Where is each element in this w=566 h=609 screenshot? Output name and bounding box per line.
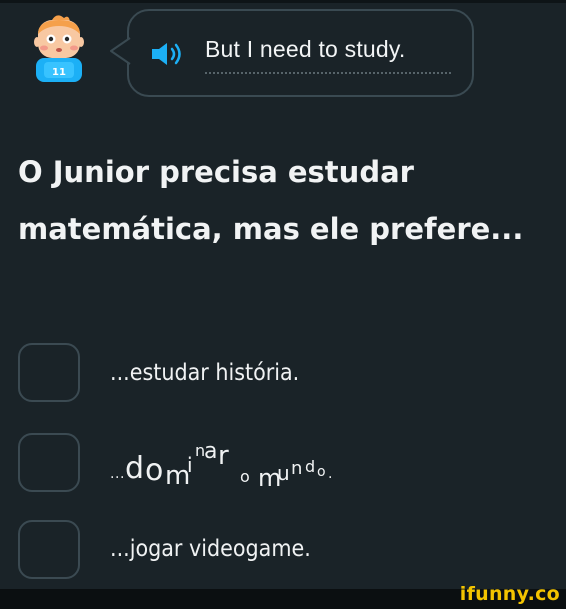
option-2-glyph: n xyxy=(291,458,302,479)
option-1-label[interactable]: ...estudar história. xyxy=(110,360,299,386)
option-2-glyph: u xyxy=(277,461,290,485)
option-2-glyph: . xyxy=(110,466,114,482)
exercise-prompt: O Junior precisa estudar matemática, mas… xyxy=(18,155,524,246)
ifunny-watermark: ifunny.co xyxy=(459,583,560,605)
option-2-glyph: o xyxy=(317,464,326,480)
option-2-checkbox[interactable] xyxy=(18,433,80,492)
svg-text:11: 11 xyxy=(52,67,66,78)
speech-text[interactable]: But I need to study. xyxy=(205,36,405,63)
option-2-glyph: o xyxy=(240,467,250,486)
top-edge xyxy=(0,0,566,3)
option-2-glyph: . xyxy=(120,466,124,482)
option-2-glyph: a xyxy=(204,439,217,464)
speech-bubble-tail xyxy=(110,37,131,65)
option-2-label[interactable]: ... d o mina ro mu n d o. xyxy=(108,434,388,494)
option-2-glyph: r xyxy=(218,441,229,471)
option-3-checkbox[interactable] xyxy=(18,520,80,579)
junior-avatar-icon: 11 xyxy=(34,15,84,82)
option-2-glyph: . xyxy=(115,466,119,482)
option-1-checkbox[interactable] xyxy=(18,343,80,402)
option-3-label[interactable]: ...jogar videogame. xyxy=(110,536,311,562)
word-hint-underline xyxy=(204,72,452,74)
option-2-glyph: o xyxy=(145,453,163,488)
footer-bar: ifunny.co xyxy=(0,583,566,609)
speaker-icon[interactable] xyxy=(150,40,190,68)
option-2-glyph: d xyxy=(125,451,144,486)
option-2-glyph: . xyxy=(328,466,332,482)
option-2-glyph: d xyxy=(305,457,315,476)
option-2-glyph: i xyxy=(187,453,193,477)
